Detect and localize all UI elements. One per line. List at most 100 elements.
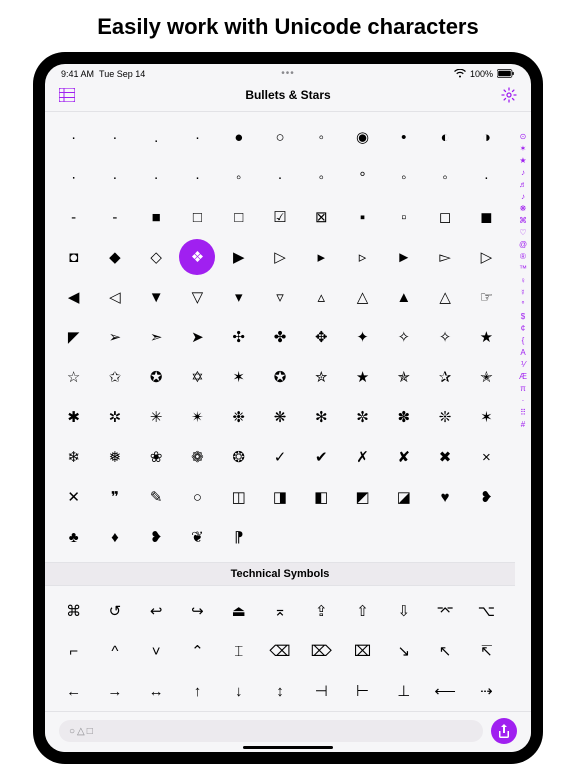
char-cell[interactable]: ✶: [218, 358, 259, 396]
char-cell[interactable]: ◇: [136, 238, 177, 276]
char-cell[interactable]: ◨: [259, 478, 300, 516]
char-cell[interactable]: ▲: [383, 278, 424, 316]
char-cell[interactable]: ⌥: [466, 592, 507, 630]
char-cell[interactable]: ★: [466, 318, 507, 356]
char-cell[interactable]: ◪: [383, 478, 424, 516]
char-cell[interactable]: .: [136, 118, 177, 156]
char-cell[interactable]: ✕: [53, 478, 94, 516]
char-cell[interactable]: ↸: [466, 632, 507, 670]
char-cell[interactable]: •: [383, 118, 424, 156]
char-cell[interactable]: ↔: [136, 672, 177, 710]
index-item[interactable]: ♪: [521, 192, 525, 202]
char-cell[interactable]: -: [94, 198, 135, 236]
char-cell[interactable]: °: [342, 158, 383, 196]
char-cell[interactable]: ✖: [424, 438, 465, 476]
char-cell[interactable]: [259, 518, 300, 556]
char-cell[interactable]: ·: [466, 158, 507, 196]
char-cell[interactable]: ✽: [383, 398, 424, 436]
char-cell[interactable]: ❄: [53, 438, 94, 476]
char-cell[interactable]: ·: [94, 118, 135, 156]
char-cell[interactable]: ☆: [53, 358, 94, 396]
char-cell[interactable]: ▵: [301, 278, 342, 316]
index-item[interactable]: A: [520, 348, 525, 358]
index-item[interactable]: ⠿: [520, 408, 526, 418]
char-cell[interactable]: ⌧: [342, 632, 383, 670]
char-cell[interactable]: [383, 518, 424, 556]
char-cell[interactable]: [466, 518, 507, 556]
section-index[interactable]: ⊙✶★♪♬♪❋⌘♡@®™♀☿°$¢{A⅟Æπ·⠿#: [515, 112, 531, 711]
char-cell[interactable]: ▼: [136, 278, 177, 316]
char-cell[interactable]: ❖: [177, 238, 218, 276]
char-cell[interactable]: ⊠: [301, 198, 342, 236]
char-cell[interactable]: ◼: [466, 198, 507, 236]
char-cell[interactable]: ⌃: [177, 632, 218, 670]
char-cell[interactable]: ❞: [94, 478, 135, 516]
char-cell[interactable]: →: [94, 672, 135, 710]
char-cell[interactable]: ♥: [424, 478, 465, 516]
char-cell[interactable]: ✯: [383, 358, 424, 396]
char-cell[interactable]: -: [53, 198, 94, 236]
char-cell[interactable]: ∙: [53, 158, 94, 196]
char-cell[interactable]: ✗: [342, 438, 383, 476]
char-cell[interactable]: ·: [177, 118, 218, 156]
char-cell[interactable]: ◫: [218, 478, 259, 516]
char-cell[interactable]: ×: [466, 438, 507, 476]
home-indicator[interactable]: [243, 746, 333, 749]
char-cell[interactable]: ★: [342, 358, 383, 396]
char-cell[interactable]: ·: [259, 158, 300, 196]
index-item[interactable]: ★: [519, 156, 526, 166]
index-item[interactable]: @: [519, 240, 527, 250]
char-cell[interactable]: ·: [177, 158, 218, 196]
index-item[interactable]: ✶: [520, 144, 527, 154]
index-item[interactable]: ⅟: [521, 360, 526, 370]
char-cell[interactable]: ←: [53, 672, 94, 710]
char-cell[interactable]: ✓: [259, 438, 300, 476]
char-cell[interactable]: ·: [136, 158, 177, 196]
char-cell[interactable]: ✦: [342, 318, 383, 356]
index-item[interactable]: ¢: [521, 324, 525, 334]
search-input[interactable]: ○△□: [59, 720, 483, 742]
char-cell[interactable]: ✩: [94, 358, 135, 396]
char-cell[interactable]: ❋: [259, 398, 300, 436]
index-item[interactable]: ·: [522, 396, 525, 406]
char-cell[interactable]: ˅: [136, 632, 177, 670]
char-cell[interactable]: [301, 518, 342, 556]
char-cell[interactable]: ⌦: [301, 632, 342, 670]
char-cell[interactable]: ◧: [301, 478, 342, 516]
char-cell[interactable]: △: [424, 278, 465, 316]
char-cell[interactable]: ▶: [218, 238, 259, 276]
char-cell[interactable]: □: [177, 198, 218, 236]
char-cell[interactable]: ☑: [259, 198, 300, 236]
char-cell[interactable]: ↑: [177, 672, 218, 710]
char-cell[interactable]: ✘: [383, 438, 424, 476]
char-cell[interactable]: ❁: [177, 438, 218, 476]
index-item[interactable]: ♀: [520, 276, 526, 286]
index-item[interactable]: π: [520, 384, 526, 394]
char-cell[interactable]: ◘: [53, 238, 94, 276]
char-cell[interactable]: ↪: [177, 592, 218, 630]
multitask-indicator[interactable]: •••: [212, 68, 363, 79]
char-cell[interactable]: ♦: [94, 518, 135, 556]
char-cell[interactable]: [342, 518, 383, 556]
char-cell[interactable]: ⊢: [342, 672, 383, 710]
char-cell[interactable]: ▷: [466, 238, 507, 276]
char-cell[interactable]: ✡: [177, 358, 218, 396]
char-cell[interactable]: ✥: [301, 318, 342, 356]
char-cell[interactable]: □: [218, 198, 259, 236]
char-cell[interactable]: ↩: [136, 592, 177, 630]
char-cell[interactable]: ◻: [424, 198, 465, 236]
index-item[interactable]: ☿: [520, 288, 526, 298]
char-cell[interactable]: ▫: [383, 198, 424, 236]
char-cell[interactable]: ✮: [301, 358, 342, 396]
char-cell[interactable]: ⁋: [218, 518, 259, 556]
char-cell[interactable]: ◩: [342, 478, 383, 516]
char-cell[interactable]: ⇪: [301, 592, 342, 630]
char-cell[interactable]: ✭: [466, 358, 507, 396]
index-item[interactable]: Æ: [519, 372, 527, 382]
char-cell[interactable]: ↕: [259, 672, 300, 710]
char-cell[interactable]: ✧: [424, 318, 465, 356]
index-item[interactable]: $: [521, 312, 525, 322]
index-item[interactable]: #: [521, 420, 525, 430]
char-cell[interactable]: ⌅: [259, 592, 300, 630]
char-cell[interactable]: ✰: [424, 358, 465, 396]
